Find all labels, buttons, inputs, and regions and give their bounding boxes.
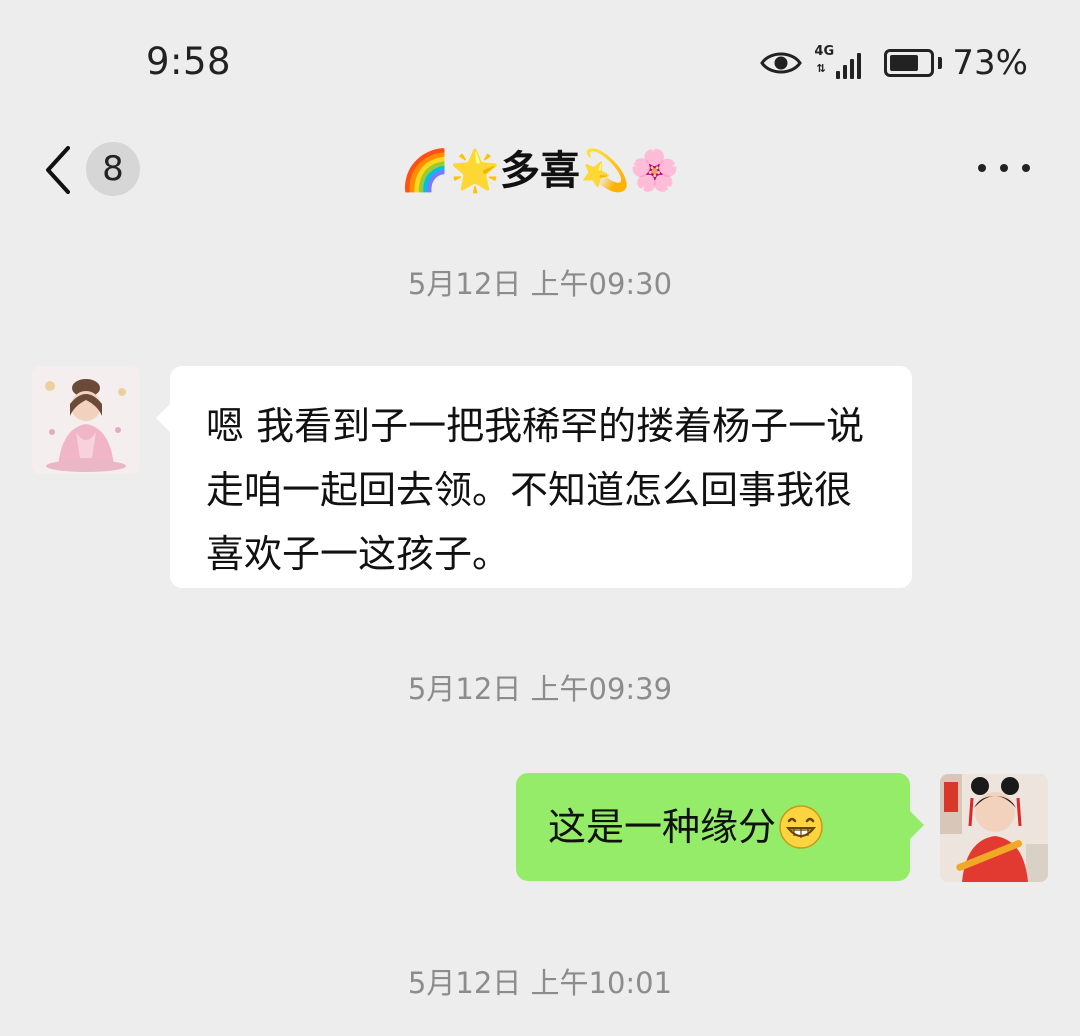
grin-emoji-icon: [779, 805, 823, 849]
status-time: 9:58: [146, 40, 232, 83]
chat-header: 8 🌈🌟多喜💫🌸: [0, 120, 1080, 220]
signal-icon: 4G ⇅: [814, 45, 870, 81]
status-icons: 4G ⇅ 73%: [760, 40, 1028, 86]
battery-icon: [884, 49, 935, 77]
chat-title[interactable]: 🌈🌟多喜💫🌸: [0, 146, 1080, 196]
incoming-message-bubble[interactable]: 嗯 我看到子一把我稀罕的搂着杨子一说走咱一起回去领。不知道怎么回事我很喜欢子一这…: [156, 366, 912, 588]
avatar-illustrated-lady: [32, 366, 140, 474]
battery-level-fill: [890, 55, 919, 71]
battery-percent: 73%: [952, 43, 1028, 83]
status-bar: 9:58 4G ⇅ 73%: [0, 0, 1080, 120]
outgoing-message-text: 这是一种缘分: [548, 805, 777, 849]
message-timestamp: 5月12日 上午09:39: [407, 672, 673, 706]
my-avatar[interactable]: [940, 774, 1048, 882]
data-arrows-icon: ⇅: [816, 62, 826, 75]
message-timestamp: 5月12日 上午10:01: [407, 966, 673, 1000]
outgoing-message-bubble[interactable]: 这是一种缘分: [516, 773, 924, 881]
avatar-girl-photo: [940, 774, 1048, 882]
network-type-label: 4G: [814, 44, 835, 59]
message-timestamp: 5月12日 上午09:30: [407, 267, 673, 301]
contact-avatar[interactable]: [32, 366, 140, 474]
more-dots-icon: [978, 164, 986, 172]
eye-icon: [760, 52, 803, 74]
more-button[interactable]: [978, 156, 1030, 180]
